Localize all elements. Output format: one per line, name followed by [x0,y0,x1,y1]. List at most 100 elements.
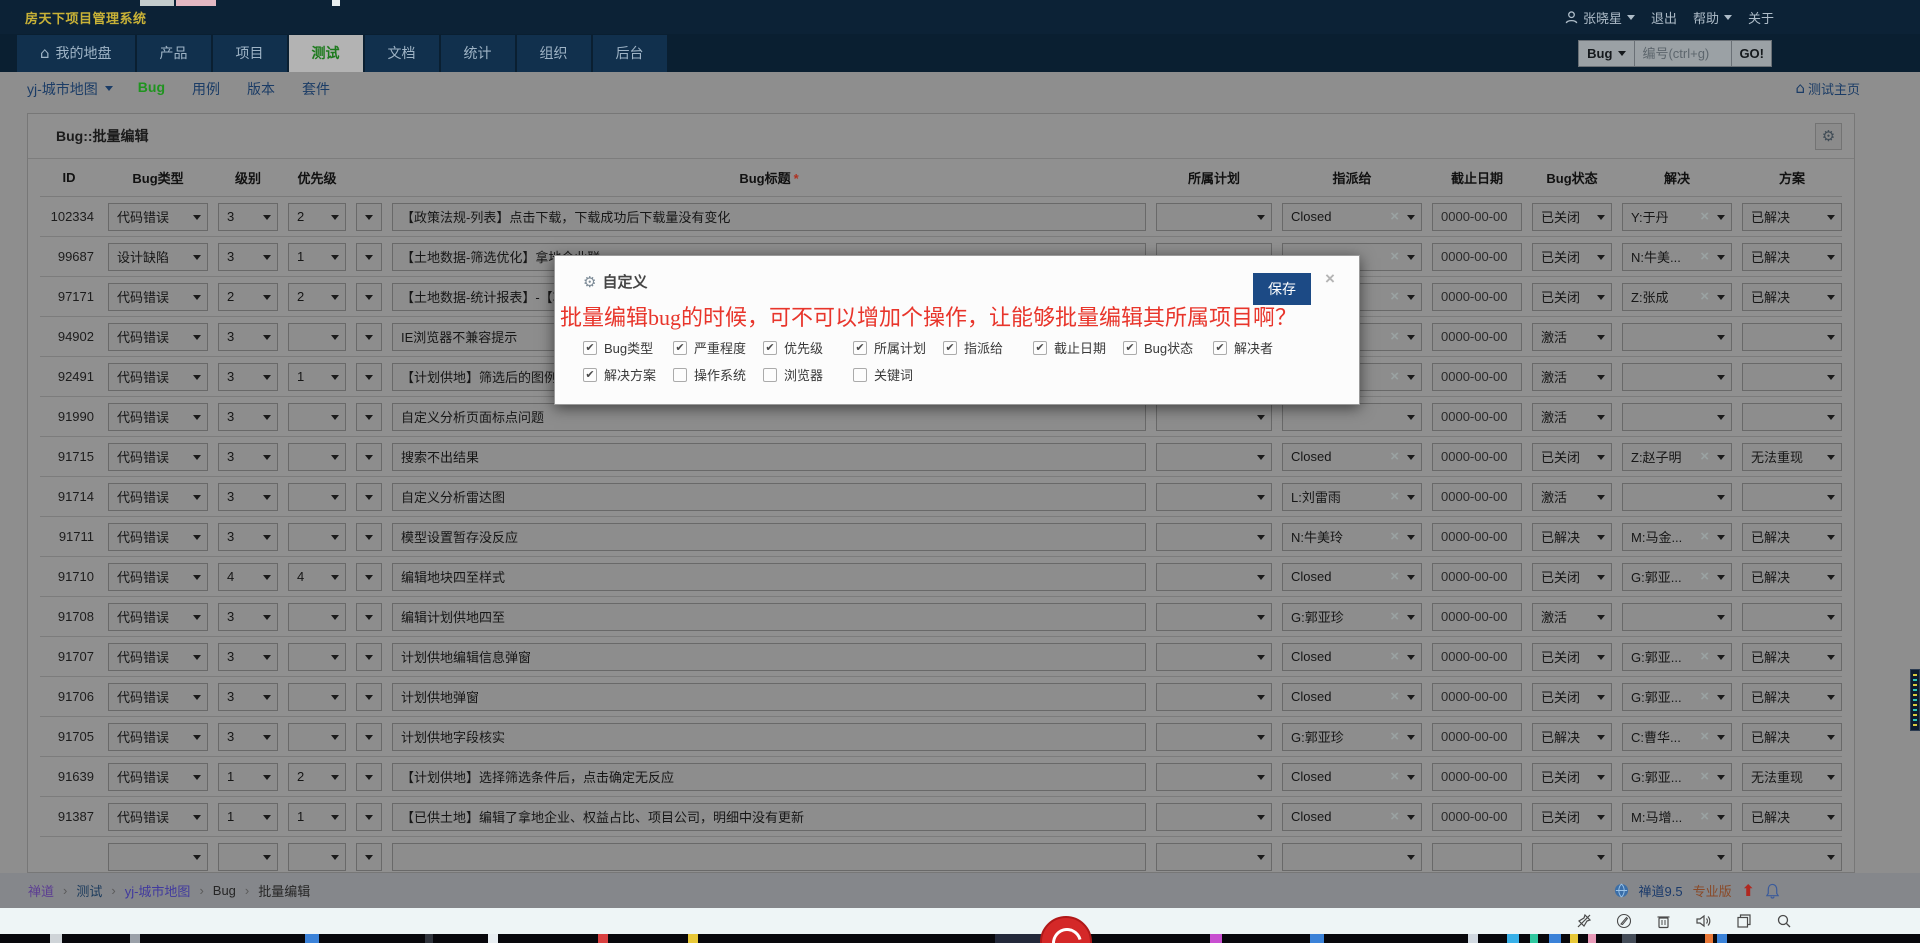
field-checkbox-浏览器[interactable]: 浏览器 [763,365,853,384]
bug-title-input[interactable]: 计划供地弹窗 [392,682,1146,711]
plan-select[interactable] [1156,722,1272,751]
field-checkbox-Bug状态[interactable]: ✔ Bug状态 [1123,338,1213,357]
assigned-to-picker[interactable]: N:牛美玲 × [1282,522,1422,551]
plan-select[interactable] [1156,442,1272,471]
title-color-select[interactable] [356,802,382,831]
priority-select[interactable] [288,522,346,551]
resolved-by-picker[interactable]: M:马金... × [1622,522,1732,551]
search-type-dropdown[interactable]: Bug [1578,40,1636,67]
window-restore-icon[interactable] [1736,913,1752,929]
assigned-to-picker[interactable]: Closed × [1282,762,1422,791]
subnav-item-版本[interactable]: 版本 [247,79,275,99]
title-color-select[interactable] [356,282,382,311]
bug-type-select[interactable]: 代码错误 [108,402,208,431]
bug-type-select[interactable]: 代码错误 [108,322,208,351]
bug-type-select[interactable]: 代码错误 [108,642,208,671]
deadline-input[interactable]: 0000-00-00 [1432,682,1522,711]
nav-tab-统计[interactable]: 统计 [440,35,515,72]
clear-icon[interactable]: × [1700,449,1709,464]
breadcrumb-test[interactable]: 测试 [76,881,102,900]
severity-select[interactable]: 3 [218,402,278,431]
bug-type-select[interactable]: 代码错误 [108,562,208,591]
clear-icon[interactable]: × [1390,329,1399,344]
assigned-to-picker[interactable]: Closed × [1282,802,1422,831]
deadline-input[interactable]: 0000-00-00 [1432,402,1522,431]
resolution-select[interactable]: 已解决 [1742,682,1842,711]
deadline-input[interactable]: 0000-00-00 [1432,762,1522,791]
test-home-link[interactable]: ⌂ 测试主页 [1795,79,1860,98]
severity-select[interactable]: 1 [218,802,278,831]
field-checkbox-严重程度[interactable]: ✔ 严重程度 [673,338,763,357]
status-select[interactable]: 已解决 [1532,522,1612,551]
bug-type-select[interactable]: 代码错误 [108,722,208,751]
resolved-by-picker[interactable]: Y:于丹 × [1622,202,1732,231]
clear-icon[interactable]: × [1390,809,1399,824]
bug-title-input[interactable]: 【政策法规-列表】点击下载，下载成功后下载量没有变化 [392,202,1146,231]
nav-tab-后台[interactable]: 后台 [592,35,667,72]
resolved-by-picker[interactable]: × [1622,602,1732,631]
bug-type-select[interactable]: 代码错误 [108,602,208,631]
assigned-to-picker[interactable]: Closed × [1282,562,1422,591]
title-color-select[interactable] [356,642,382,671]
deadline-input[interactable]: 0000-00-00 [1432,482,1522,511]
title-color-select[interactable] [356,843,382,871]
title-color-select[interactable] [356,402,382,431]
plan-select[interactable] [1156,682,1272,711]
deadline-input[interactable]: 0000-00-00 [1432,322,1522,351]
resolved-by-picker[interactable]: Z:张成 × [1622,282,1732,311]
help-menu[interactable]: 帮助 [1693,8,1732,27]
severity-select[interactable]: 2 [218,282,278,311]
trash-icon[interactable] [1656,913,1671,929]
title-color-select[interactable] [356,202,382,231]
status-select[interactable]: 已解决 [1532,722,1612,751]
bug-title-input[interactable]: 计划供地编辑信息弹窗 [392,642,1146,671]
clear-icon[interactable]: × [1700,529,1709,544]
severity-select[interactable]: 3 [218,682,278,711]
resolution-select[interactable]: 已解决 [1742,202,1842,231]
product-switcher[interactable]: yj-城市地图 [27,79,113,99]
bug-title-input[interactable]: 【计划供地】选择筛选条件后，点击确定无反应 [392,762,1146,791]
nav-tab-文档[interactable]: 文档 [364,35,439,72]
clear-icon[interactable]: × [1390,609,1399,624]
assigned-to-picker[interactable]: Closed × [1282,442,1422,471]
resolved-by-picker[interactable]: × [1622,402,1732,431]
deadline-input[interactable]: 0000-00-00 [1432,522,1522,551]
panel-settings-button[interactable]: ⚙ [1815,122,1842,150]
resolution-select[interactable] [1742,402,1842,431]
deadline-input[interactable]: 0000-00-00 [1432,642,1522,671]
clear-icon[interactable]: × [1700,689,1709,704]
subnav-item-用例[interactable]: 用例 [192,79,220,99]
resolution-select[interactable]: 已解决 [1742,802,1842,831]
title-color-select[interactable] [356,762,382,791]
title-color-select[interactable] [356,322,382,351]
clear-icon[interactable]: × [1390,769,1399,784]
pin-disabled-icon[interactable] [1576,913,1592,929]
search-input[interactable] [1635,40,1733,67]
priority-select[interactable] [288,642,346,671]
severity-select[interactable] [218,843,278,871]
priority-select[interactable]: 1 [288,362,346,391]
status-select[interactable]: 激活 [1532,322,1612,351]
status-select[interactable]: 激活 [1532,362,1612,391]
deadline-input[interactable]: 0000-00-00 [1432,802,1522,831]
priority-select[interactable]: 2 [288,282,346,311]
nav-tab-组织[interactable]: 组织 [516,35,591,72]
deadline-input[interactable]: 0000-00-00 [1432,442,1522,471]
clear-icon[interactable]: × [1390,529,1399,544]
resolved-by-picker[interactable]: M:马增... × [1622,802,1732,831]
severity-select[interactable]: 3 [218,522,278,551]
title-color-select[interactable] [356,482,382,511]
clear-icon[interactable]: × [1390,249,1399,264]
plan-select[interactable] [1156,402,1272,431]
status-select[interactable]: 已关闭 [1532,442,1612,471]
field-checkbox-解决者[interactable]: ✔ 解决者 [1213,338,1303,357]
priority-select[interactable]: 2 [288,762,346,791]
status-select[interactable]: 激活 [1532,482,1612,511]
severity-select[interactable]: 3 [218,642,278,671]
bug-type-select[interactable]: 代码错误 [108,362,208,391]
field-checkbox-所属计划[interactable]: ✔ 所属计划 [853,338,943,357]
field-checkbox-优先级[interactable]: ✔ 优先级 [763,338,853,357]
priority-select[interactable] [288,843,346,871]
clear-icon[interactable]: × [1390,569,1399,584]
clear-icon[interactable]: × [1390,689,1399,704]
